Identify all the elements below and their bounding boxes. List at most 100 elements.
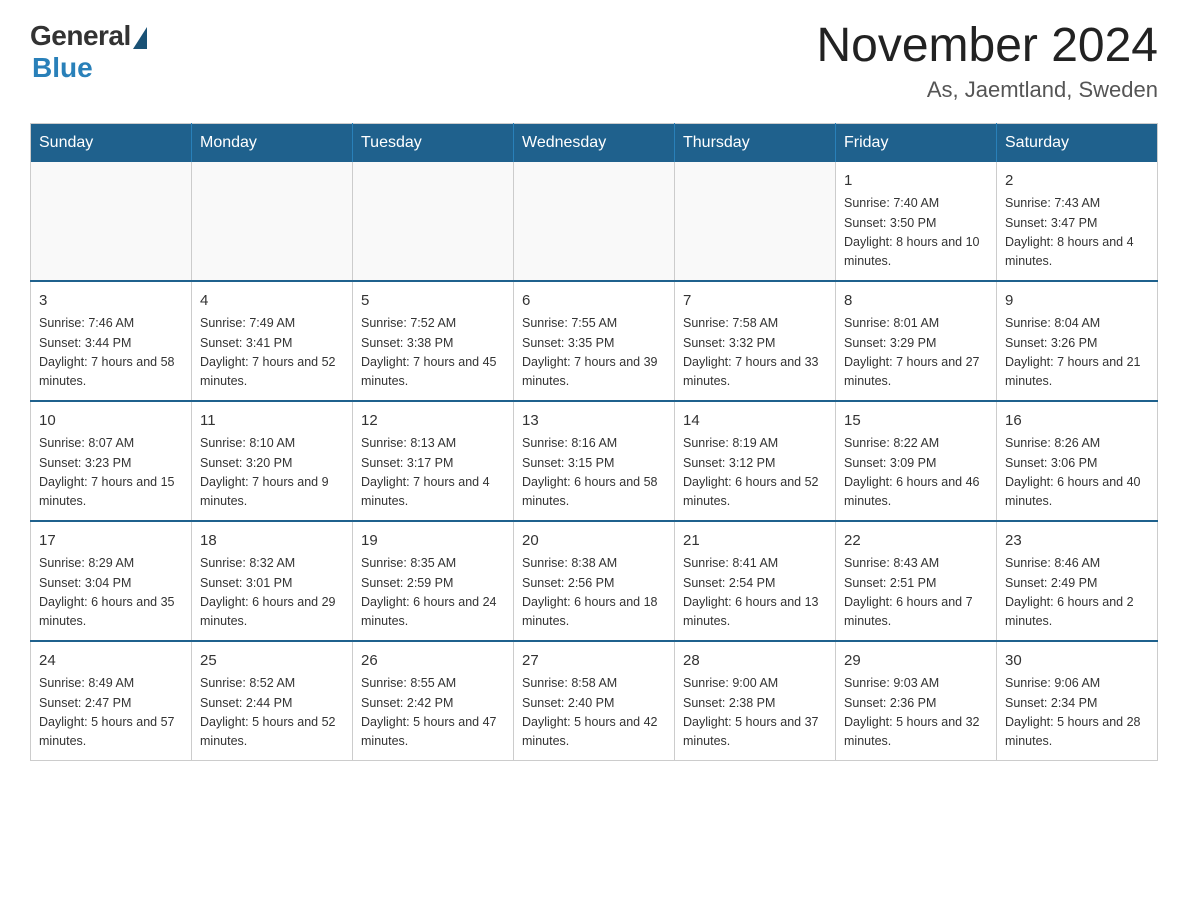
calendar-day-cell: 15Sunrise: 8:22 AMSunset: 3:09 PMDayligh… (836, 401, 997, 521)
calendar-day-cell: 27Sunrise: 8:58 AMSunset: 2:40 PMDayligh… (514, 641, 675, 761)
logo: General Blue (30, 20, 147, 84)
day-number: 10 (39, 410, 183, 433)
day-number: 6 (522, 290, 666, 313)
calendar-day-cell: 11Sunrise: 8:10 AMSunset: 3:20 PMDayligh… (192, 401, 353, 521)
calendar-day-cell: 4Sunrise: 7:49 AMSunset: 3:41 PMDaylight… (192, 281, 353, 401)
day-info: Sunrise: 8:01 AMSunset: 3:29 PMDaylight:… (844, 314, 988, 392)
calendar-day-cell: 7Sunrise: 7:58 AMSunset: 3:32 PMDaylight… (675, 281, 836, 401)
logo-triangle-icon (133, 27, 147, 49)
day-info: Sunrise: 8:16 AMSunset: 3:15 PMDaylight:… (522, 434, 666, 512)
day-info: Sunrise: 8:22 AMSunset: 3:09 PMDaylight:… (844, 434, 988, 512)
calendar-day-cell: 24Sunrise: 8:49 AMSunset: 2:47 PMDayligh… (31, 641, 192, 761)
calendar-header-row: SundayMondayTuesdayWednesdayThursdayFrid… (31, 123, 1158, 162)
calendar-day-cell (31, 162, 192, 281)
day-number: 11 (200, 410, 344, 433)
calendar-day-cell: 5Sunrise: 7:52 AMSunset: 3:38 PMDaylight… (353, 281, 514, 401)
calendar-header-friday: Friday (836, 123, 997, 162)
day-number: 25 (200, 650, 344, 673)
day-number: 9 (1005, 290, 1149, 313)
page-header: General Blue November 2024 As, Jaemtland… (30, 20, 1158, 103)
calendar-header-tuesday: Tuesday (353, 123, 514, 162)
logo-general-text: General (30, 20, 131, 52)
day-info: Sunrise: 7:40 AMSunset: 3:50 PMDaylight:… (844, 194, 988, 272)
calendar-week-row: 24Sunrise: 8:49 AMSunset: 2:47 PMDayligh… (31, 641, 1158, 761)
calendar-day-cell: 28Sunrise: 9:00 AMSunset: 2:38 PMDayligh… (675, 641, 836, 761)
calendar-table: SundayMondayTuesdayWednesdayThursdayFrid… (30, 123, 1158, 761)
calendar-header-monday: Monday (192, 123, 353, 162)
day-info: Sunrise: 9:00 AMSunset: 2:38 PMDaylight:… (683, 674, 827, 752)
calendar-week-row: 17Sunrise: 8:29 AMSunset: 3:04 PMDayligh… (31, 521, 1158, 641)
day-info: Sunrise: 8:46 AMSunset: 2:49 PMDaylight:… (1005, 554, 1149, 632)
month-title: November 2024 (816, 20, 1158, 73)
day-number: 21 (683, 530, 827, 553)
calendar-day-cell: 9Sunrise: 8:04 AMSunset: 3:26 PMDaylight… (997, 281, 1158, 401)
calendar-day-cell: 20Sunrise: 8:38 AMSunset: 2:56 PMDayligh… (514, 521, 675, 641)
calendar-day-cell: 10Sunrise: 8:07 AMSunset: 3:23 PMDayligh… (31, 401, 192, 521)
calendar-header-saturday: Saturday (997, 123, 1158, 162)
calendar-day-cell: 2Sunrise: 7:43 AMSunset: 3:47 PMDaylight… (997, 162, 1158, 281)
day-number: 28 (683, 650, 827, 673)
calendar-day-cell: 29Sunrise: 9:03 AMSunset: 2:36 PMDayligh… (836, 641, 997, 761)
day-info: Sunrise: 8:41 AMSunset: 2:54 PMDaylight:… (683, 554, 827, 632)
day-info: Sunrise: 8:58 AMSunset: 2:40 PMDaylight:… (522, 674, 666, 752)
day-number: 13 (522, 410, 666, 433)
day-number: 29 (844, 650, 988, 673)
calendar-day-cell: 26Sunrise: 8:55 AMSunset: 2:42 PMDayligh… (353, 641, 514, 761)
calendar-day-cell: 1Sunrise: 7:40 AMSunset: 3:50 PMDaylight… (836, 162, 997, 281)
calendar-day-cell: 14Sunrise: 8:19 AMSunset: 3:12 PMDayligh… (675, 401, 836, 521)
day-number: 16 (1005, 410, 1149, 433)
calendar-day-cell: 12Sunrise: 8:13 AMSunset: 3:17 PMDayligh… (353, 401, 514, 521)
day-info: Sunrise: 9:03 AMSunset: 2:36 PMDaylight:… (844, 674, 988, 752)
day-info: Sunrise: 8:07 AMSunset: 3:23 PMDaylight:… (39, 434, 183, 512)
day-number: 8 (844, 290, 988, 313)
calendar-day-cell: 13Sunrise: 8:16 AMSunset: 3:15 PMDayligh… (514, 401, 675, 521)
day-info: Sunrise: 7:55 AMSunset: 3:35 PMDaylight:… (522, 314, 666, 392)
logo-blue-text: Blue (32, 52, 93, 84)
calendar-day-cell: 8Sunrise: 8:01 AMSunset: 3:29 PMDaylight… (836, 281, 997, 401)
day-info: Sunrise: 8:38 AMSunset: 2:56 PMDaylight:… (522, 554, 666, 632)
day-number: 15 (844, 410, 988, 433)
day-info: Sunrise: 7:52 AMSunset: 3:38 PMDaylight:… (361, 314, 505, 392)
calendar-day-cell: 30Sunrise: 9:06 AMSunset: 2:34 PMDayligh… (997, 641, 1158, 761)
calendar-day-cell: 23Sunrise: 8:46 AMSunset: 2:49 PMDayligh… (997, 521, 1158, 641)
calendar-day-cell: 3Sunrise: 7:46 AMSunset: 3:44 PMDaylight… (31, 281, 192, 401)
calendar-header-wednesday: Wednesday (514, 123, 675, 162)
day-info: Sunrise: 7:58 AMSunset: 3:32 PMDaylight:… (683, 314, 827, 392)
day-info: Sunrise: 8:10 AMSunset: 3:20 PMDaylight:… (200, 434, 344, 512)
day-info: Sunrise: 8:35 AMSunset: 2:59 PMDaylight:… (361, 554, 505, 632)
day-info: Sunrise: 8:55 AMSunset: 2:42 PMDaylight:… (361, 674, 505, 752)
title-section: November 2024 As, Jaemtland, Sweden (816, 20, 1158, 103)
day-number: 20 (522, 530, 666, 553)
calendar-day-cell: 17Sunrise: 8:29 AMSunset: 3:04 PMDayligh… (31, 521, 192, 641)
calendar-day-cell (192, 162, 353, 281)
calendar-day-cell: 19Sunrise: 8:35 AMSunset: 2:59 PMDayligh… (353, 521, 514, 641)
day-info: Sunrise: 8:52 AMSunset: 2:44 PMDaylight:… (200, 674, 344, 752)
day-info: Sunrise: 8:26 AMSunset: 3:06 PMDaylight:… (1005, 434, 1149, 512)
day-number: 26 (361, 650, 505, 673)
day-number: 23 (1005, 530, 1149, 553)
day-number: 12 (361, 410, 505, 433)
day-number: 2 (1005, 170, 1149, 193)
calendar-header-sunday: Sunday (31, 123, 192, 162)
day-info: Sunrise: 8:49 AMSunset: 2:47 PMDaylight:… (39, 674, 183, 752)
day-info: Sunrise: 7:43 AMSunset: 3:47 PMDaylight:… (1005, 194, 1149, 272)
calendar-week-row: 1Sunrise: 7:40 AMSunset: 3:50 PMDaylight… (31, 162, 1158, 281)
calendar-day-cell: 25Sunrise: 8:52 AMSunset: 2:44 PMDayligh… (192, 641, 353, 761)
day-number: 22 (844, 530, 988, 553)
day-number: 19 (361, 530, 505, 553)
day-info: Sunrise: 8:29 AMSunset: 3:04 PMDaylight:… (39, 554, 183, 632)
day-number: 27 (522, 650, 666, 673)
day-number: 14 (683, 410, 827, 433)
day-info: Sunrise: 8:13 AMSunset: 3:17 PMDaylight:… (361, 434, 505, 512)
day-number: 3 (39, 290, 183, 313)
day-number: 7 (683, 290, 827, 313)
calendar-day-cell (514, 162, 675, 281)
day-info: Sunrise: 7:49 AMSunset: 3:41 PMDaylight:… (200, 314, 344, 392)
day-number: 24 (39, 650, 183, 673)
calendar-day-cell: 6Sunrise: 7:55 AMSunset: 3:35 PMDaylight… (514, 281, 675, 401)
calendar-week-row: 10Sunrise: 8:07 AMSunset: 3:23 PMDayligh… (31, 401, 1158, 521)
calendar-header-thursday: Thursday (675, 123, 836, 162)
day-info: Sunrise: 8:19 AMSunset: 3:12 PMDaylight:… (683, 434, 827, 512)
day-number: 4 (200, 290, 344, 313)
day-number: 30 (1005, 650, 1149, 673)
